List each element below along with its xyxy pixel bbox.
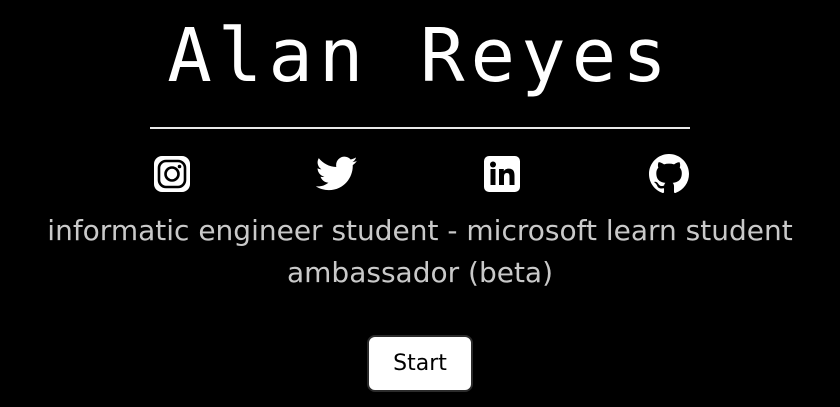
github-icon [649,154,689,194]
twitter-icon [316,156,358,192]
linkedin-link[interactable] [478,150,526,198]
title-divider [150,127,690,129]
linkedin-icon [483,155,521,193]
instagram-icon [153,155,191,193]
tagline: informatic engineer student - microsoft … [47,214,793,289]
start-button[interactable]: Start [367,335,473,392]
github-link[interactable] [645,150,693,198]
twitter-link[interactable] [313,150,361,198]
instagram-link[interactable] [148,150,196,198]
social-links [0,150,840,200]
page-title: Alan Reyes [167,13,673,99]
